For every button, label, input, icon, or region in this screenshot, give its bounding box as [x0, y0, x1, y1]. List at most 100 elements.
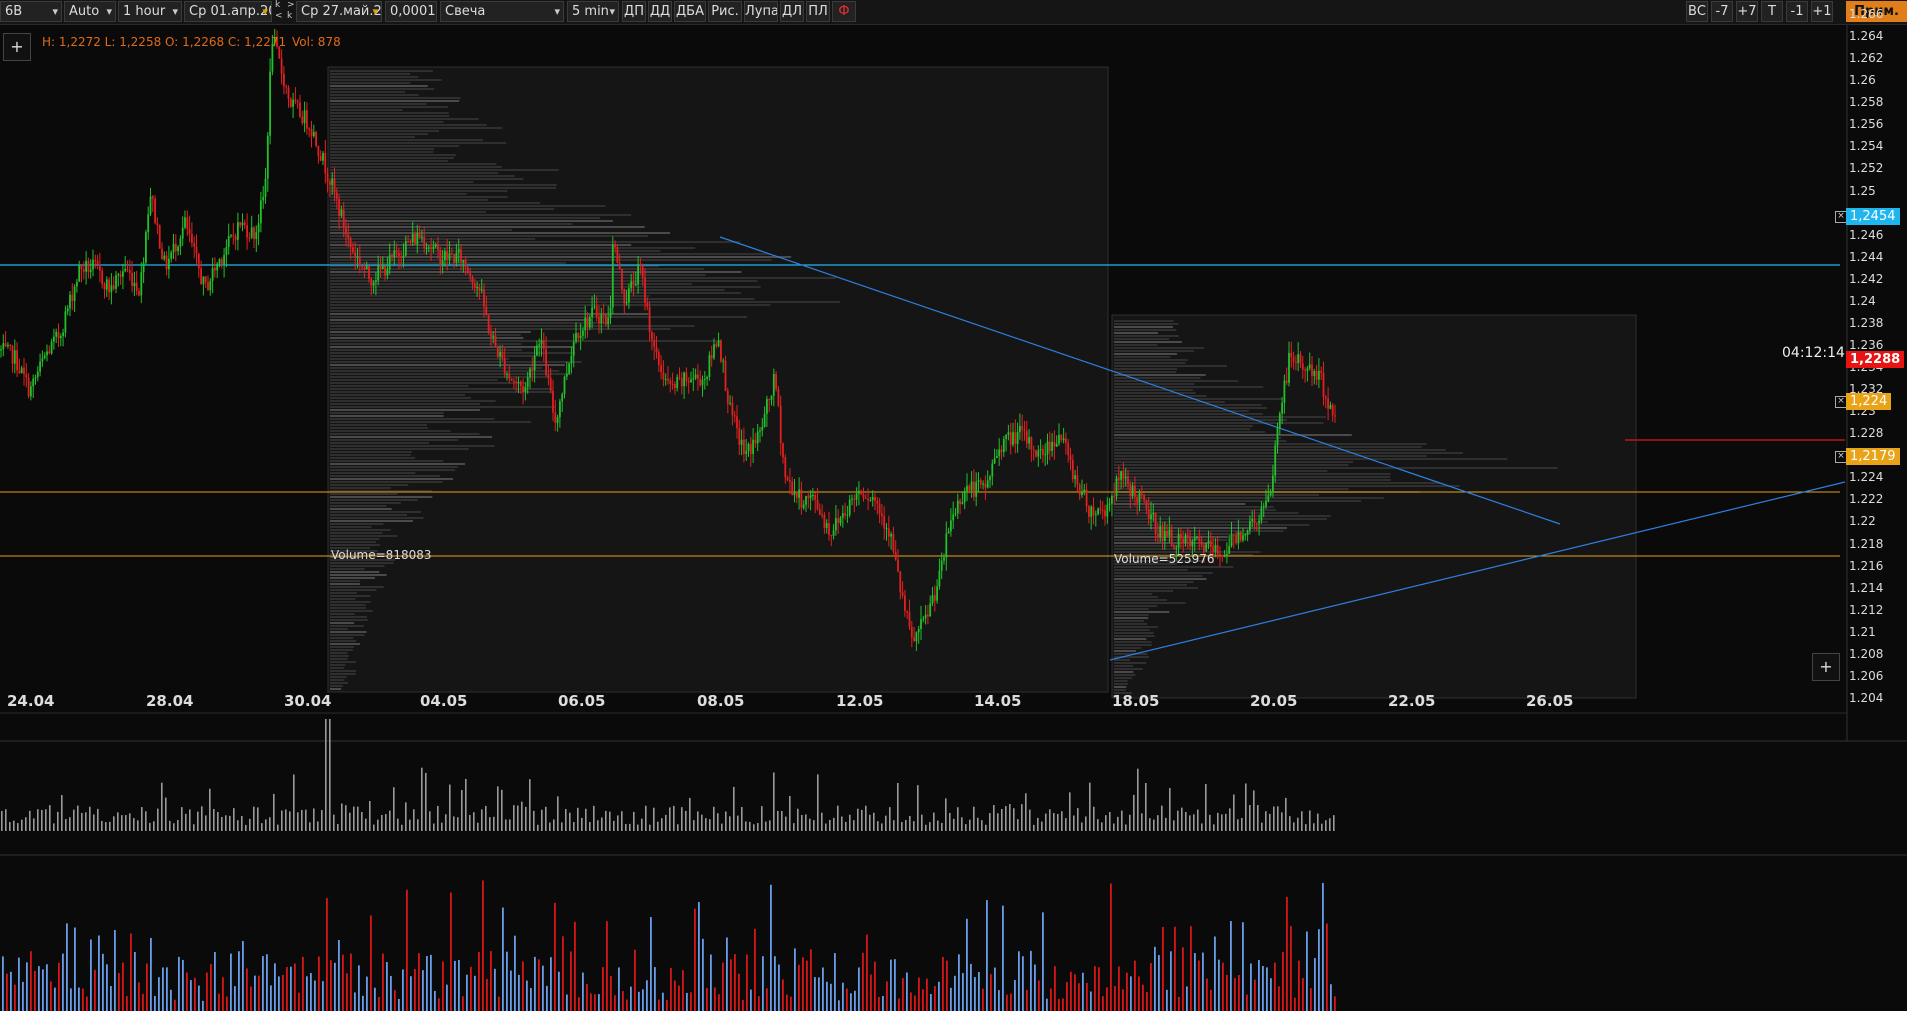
tick-size-input[interactable]: 0,0001 [385, 1, 437, 22]
chart-area[interactable]: + + H: 1,2272 L: 1,2258 O: 1,2268 C: 1,2… [0, 7, 1907, 1011]
candle-body [126, 268, 129, 270]
add-indicator-button[interactable]: + [3, 33, 31, 61]
volume-bar [613, 820, 615, 831]
candle-body [1283, 380, 1286, 403]
profile-bar [1114, 599, 1168, 601]
delta-bar [1326, 923, 1328, 1011]
t-button[interactable]: Т [1761, 1, 1783, 22]
volume-bar [1265, 811, 1267, 831]
volume-bar [389, 810, 391, 831]
candle-body [1196, 536, 1198, 538]
delta-bar [258, 975, 260, 1011]
delta-bar [954, 975, 956, 1011]
mini-k2[interactable]: k [287, 12, 292, 21]
pl-button[interactable]: ПЛ [806, 1, 830, 22]
symbol-select[interactable]: 6В [0, 1, 62, 22]
profile-2-volume-label: Volume=525976 [1114, 552, 1215, 566]
volume-bar [1277, 806, 1279, 831]
candle-body [1035, 450, 1037, 457]
add-panel-button[interactable]: + [1812, 653, 1840, 681]
date-to-select[interactable]: Ср 27.май.20 [296, 1, 382, 22]
mini-gt[interactable]: > [287, 1, 295, 10]
delta-bar [1022, 956, 1024, 1011]
profile-bar [1114, 569, 1188, 571]
candle-body [531, 368, 534, 371]
candle-body [812, 495, 814, 497]
draw-button[interactable]: Рис. [708, 1, 742, 22]
volume-bar [445, 814, 447, 831]
profile-bar [1114, 479, 1391, 481]
profile-bar [330, 334, 521, 336]
profile-bar [330, 148, 435, 150]
volume-bar [141, 807, 143, 831]
profile-bar [330, 664, 346, 666]
delta-bar [530, 988, 532, 1011]
delta-bar [906, 972, 908, 1011]
dp-button[interactable]: ДП [622, 1, 646, 22]
delta-bar [330, 960, 332, 1011]
mini-lt[interactable]: < [275, 12, 283, 21]
volume-bar [1285, 797, 1287, 831]
candle-body [1274, 445, 1277, 476]
profile-period-select[interactable]: 5 min [567, 1, 619, 22]
volume-bar [477, 822, 479, 831]
candle-body [733, 415, 736, 417]
candle-body [287, 87, 290, 99]
volume-bar [553, 819, 555, 831]
phi-button[interactable]: Ф [832, 1, 856, 22]
candle-body [39, 361, 41, 372]
candle-body [1242, 535, 1244, 541]
candle-body [395, 250, 398, 253]
delta-bar [978, 972, 980, 1011]
timeframe-select[interactable]: 1 hour [118, 1, 182, 22]
zoom-button[interactable]: Лупа [744, 1, 778, 22]
minus7-button[interactable]: -7 [1711, 1, 1733, 22]
plus7-button[interactable]: +7 [1736, 1, 1758, 22]
scale-mode-select[interactable]: Auto [64, 1, 116, 22]
candle-body [664, 379, 667, 381]
candle-body [770, 395, 773, 401]
candle-body [952, 514, 955, 521]
chart-style-select[interactable]: Свеча [440, 1, 564, 22]
candle-body [586, 317, 589, 328]
vs-button[interactable]: ВС [1686, 1, 1708, 22]
date-from-select[interactable]: Ср 01.апр.20 [184, 1, 272, 22]
chart-canvas[interactable] [0, 25, 1907, 1011]
candle-body [1301, 363, 1304, 370]
dba-button[interactable]: ДБА [674, 1, 706, 22]
delta-bar [1030, 950, 1032, 1011]
minus1-button[interactable]: -1 [1786, 1, 1808, 22]
delta-bar [750, 989, 752, 1011]
profile-bar [330, 121, 444, 123]
delta-bar [1126, 972, 1128, 1011]
volume-bar [129, 813, 131, 831]
candle-body [871, 496, 874, 501]
volume-bar [565, 808, 567, 831]
candle-body [1067, 442, 1070, 456]
dd-button[interactable]: ДД [648, 1, 672, 22]
mini-k1[interactable]: k [275, 1, 280, 10]
date-tick-label: 18.05 [1112, 692, 1160, 710]
volume-bar [813, 820, 815, 831]
volume-bar [405, 802, 407, 831]
candle-body [46, 351, 48, 356]
profile-bar [330, 511, 421, 513]
candle-body [660, 365, 662, 373]
candle-body [243, 222, 246, 226]
delta-bar [394, 990, 396, 1011]
delta-bar [1006, 994, 1008, 1011]
candle-body [593, 306, 596, 308]
candle-body [174, 243, 177, 252]
delta-bar [350, 953, 352, 1011]
profile-bar [330, 475, 441, 477]
candle-body [924, 614, 927, 619]
candle-body [315, 132, 317, 146]
candle-body [1193, 537, 1196, 541]
plus1-button[interactable]: +1 [1811, 1, 1833, 22]
volume-bar [933, 812, 935, 831]
volume-bar [945, 798, 947, 831]
candle-body [1249, 521, 1251, 531]
candle-body [1127, 476, 1129, 485]
dl-button[interactable]: ДЛ [780, 1, 804, 22]
delta-bar [1102, 996, 1104, 1011]
